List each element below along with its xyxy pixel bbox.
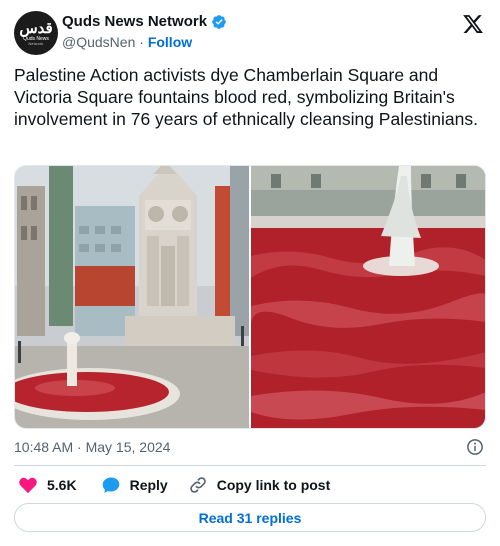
reply-label: Reply — [129, 477, 168, 493]
follow-button[interactable]: Follow — [148, 34, 192, 50]
avatar[interactable]: قدس Quds News Network — [14, 11, 58, 55]
verified-badge-icon — [212, 15, 226, 29]
photo-chamberlain-square[interactable] — [15, 166, 249, 428]
tweet-header: قدس Quds News Network Quds News Network … — [14, 11, 486, 55]
reply-bubble-icon — [102, 477, 119, 493]
timestamp[interactable]: 10:48 AM · May 15, 2024 — [14, 438, 170, 456]
action-bar: 5.6K Reply Copy link to post — [14, 474, 486, 496]
link-icon — [189, 477, 206, 493]
x-logo-icon[interactable] — [462, 13, 484, 35]
handle-row: @QudsNen · Follow — [62, 33, 192, 51]
divider — [14, 465, 486, 466]
heart-icon — [19, 477, 37, 494]
like-button[interactable]: 5.6K — [18, 475, 77, 495]
copy-link-label: Copy link to post — [216, 477, 331, 493]
read-replies-label: Read 31 replies — [198, 509, 302, 526]
avatar-logo-sub2: Network — [28, 41, 44, 46]
photo-victoria-square-fountain[interactable] — [251, 166, 485, 428]
name-row: Quds News Network — [62, 13, 227, 31]
photo-victoria-square-fountain-image — [251, 166, 485, 428]
avatar-logo-text: قدس — [19, 19, 53, 37]
photo-chamberlain-square-image — [15, 166, 249, 428]
account-handle[interactable]: @QudsNen — [62, 34, 135, 50]
reply-button[interactable]: Reply — [101, 475, 168, 495]
likes-count: 5.6K — [47, 477, 77, 493]
media-grid — [14, 165, 486, 429]
info-icon[interactable] — [466, 438, 484, 456]
read-replies-button[interactable]: Read 31 replies — [14, 503, 486, 532]
tweet-meta: 10:48 AM · May 15, 2024 — [14, 437, 486, 457]
copy-link-button[interactable]: Copy link to post — [188, 475, 331, 495]
account-name[interactable]: Quds News Network — [62, 13, 207, 31]
tweet-text: Palestine Action activists dye Chamberla… — [14, 65, 479, 129]
handle-separator: · — [139, 34, 144, 50]
